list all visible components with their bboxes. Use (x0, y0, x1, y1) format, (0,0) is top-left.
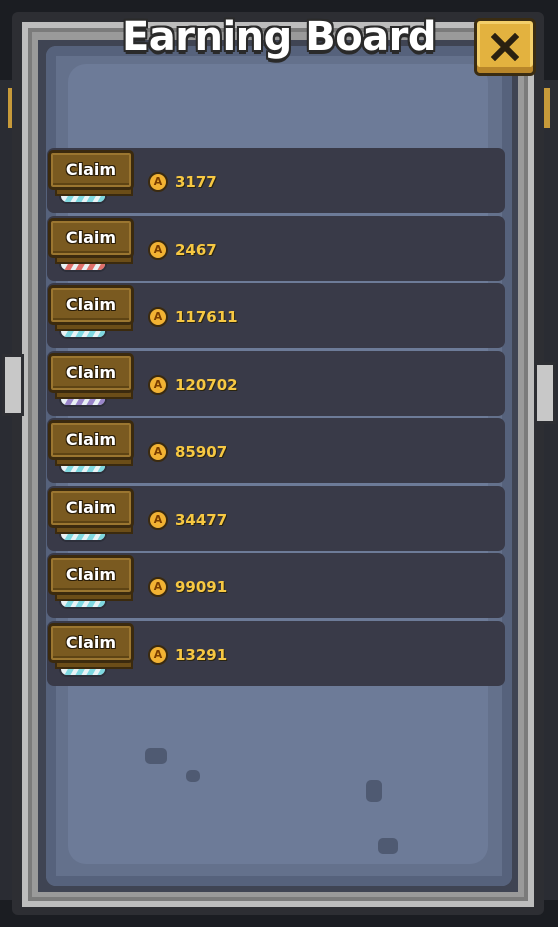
close-icon (491, 33, 519, 61)
earning-list: Claim A 3177 Claim A 2467 Claim A 117611 Claim A 12… (47, 148, 505, 688)
pet-icon-stripe (94, 195, 105, 202)
earning-row: Claim A 34477 (47, 485, 505, 551)
pet-icon-stripe (72, 397, 86, 405)
coin-icon: A (148, 644, 168, 665)
pet-icon-stripe (72, 330, 86, 337)
earning-amount: 99091 (175, 578, 228, 596)
pet-icon-stripe (61, 667, 75, 675)
coin-icon: A (148, 577, 168, 597)
board-speck (378, 838, 398, 854)
board-speck (186, 770, 200, 782)
pet-icon-stripe (61, 262, 75, 270)
claim-button[interactable]: Claim (48, 285, 134, 325)
coin-icon: A (148, 374, 168, 395)
pet-icon-stripe (72, 532, 86, 540)
earning-amount: 3177 (175, 173, 217, 191)
coin-icon: A (148, 509, 168, 530)
pet-icon-stripe (94, 262, 105, 270)
coin-icon: A (148, 442, 168, 462)
frame-bolt-right (534, 362, 556, 424)
pet-icon-stripe (61, 397, 75, 405)
pet-icon-stripe (83, 330, 97, 337)
board-speck (366, 780, 382, 802)
pet-icon-stripe (83, 667, 97, 675)
claim-button[interactable]: Claim (48, 352, 134, 393)
earning-row: Claim A 99091 (47, 553, 505, 618)
pet-icon-stripe (83, 195, 97, 202)
earning-amount: 120702 (175, 375, 238, 394)
claim-button[interactable]: Claim (48, 217, 134, 258)
pet-icon-stripe (94, 465, 105, 472)
pet-icon-stripe (72, 667, 86, 675)
claim-button[interactable]: Claim (48, 150, 134, 190)
pet-icon-stripe (94, 600, 105, 607)
earning-row: Claim A 117611 (47, 283, 505, 348)
earning-row: Claim A 120702 (47, 350, 505, 416)
pet-icon-stripe (94, 397, 105, 405)
coin-icon: A (148, 239, 168, 260)
board-speck (145, 748, 167, 764)
pet-icon-stripe (94, 330, 105, 337)
earning-row: Claim A 13291 (47, 620, 505, 686)
earning-amount: 13291 (175, 645, 228, 664)
earning-amount: 117611 (175, 308, 238, 326)
pet-icon-stripe (83, 465, 97, 472)
pet-icon-stripe (72, 600, 86, 607)
pet-icon-stripe (61, 330, 75, 337)
pet-icon-stripe (94, 667, 105, 675)
pet-icon-stripe (61, 600, 75, 607)
claim-button[interactable]: Claim (48, 420, 134, 460)
pet-icon-stripe (72, 262, 86, 270)
earning-amount: 2467 (175, 240, 217, 259)
pet-icon-stripe (83, 262, 97, 270)
pet-icon-stripe (83, 532, 97, 540)
background-accent-right (544, 88, 550, 128)
pet-icon-stripe (61, 195, 75, 202)
earning-row: Claim A 3177 (47, 148, 505, 213)
pet-icon-stripe (83, 600, 97, 607)
pet-icon-stripe (72, 195, 86, 202)
coin-icon: A (148, 172, 168, 192)
claim-button[interactable]: Claim (48, 487, 134, 528)
earning-amount: 34477 (175, 510, 228, 529)
earning-amount: 85907 (175, 443, 228, 461)
earning-row: Claim A 85907 (47, 418, 505, 483)
frame-bolt-left (2, 354, 24, 416)
pet-icon-stripe (83, 397, 97, 405)
earning-row: Claim A 2467 (47, 215, 505, 281)
pet-icon-stripe (61, 465, 75, 472)
close-button[interactable] (474, 18, 536, 76)
claim-button[interactable]: Claim (48, 555, 134, 595)
pet-icon-stripe (72, 465, 86, 472)
claim-button[interactable]: Claim (48, 622, 134, 663)
pet-icon-stripe (94, 532, 105, 540)
pet-icon-stripe (61, 532, 75, 540)
coin-icon: A (148, 307, 168, 327)
